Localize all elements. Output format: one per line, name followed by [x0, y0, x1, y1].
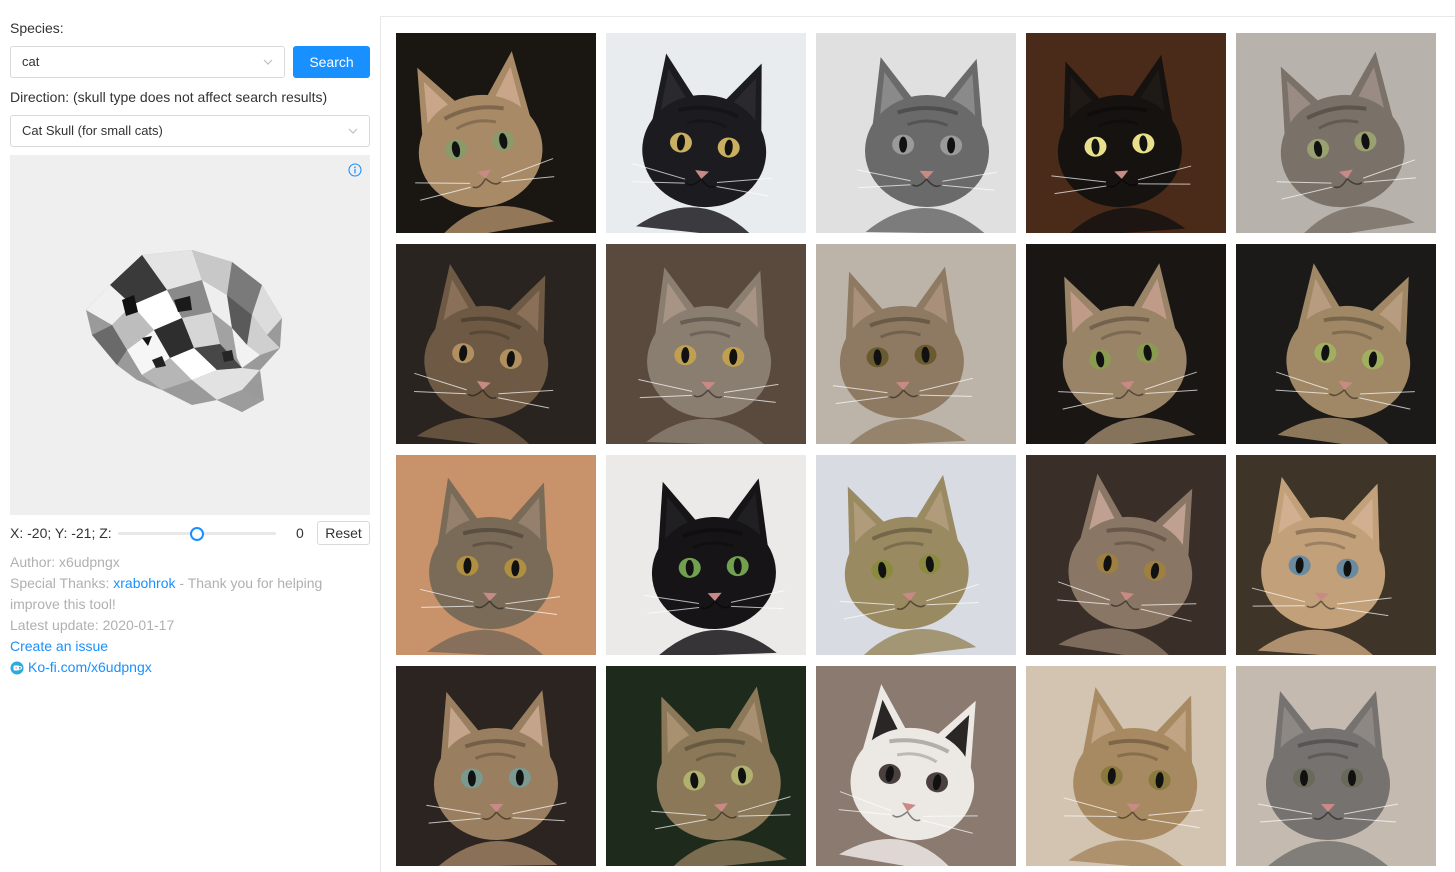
cat-photo-image — [1236, 666, 1436, 866]
skull-3d-viewer[interactable] — [10, 155, 370, 515]
result-photo[interactable] — [606, 33, 806, 233]
thanks-link[interactable]: xrabohrok — [113, 575, 175, 591]
cat-photo-image — [396, 33, 596, 233]
skull-type-select[interactable]: Cat Skull (for small cats) — [10, 115, 370, 147]
z-rotation-value: 0 — [296, 525, 304, 541]
result-photo[interactable] — [1026, 455, 1226, 655]
kofi-cup-icon — [10, 661, 24, 674]
cat-photo-image — [1026, 33, 1226, 233]
result-photo[interactable] — [606, 244, 806, 444]
result-photo[interactable] — [606, 666, 806, 866]
cat-photo-image — [606, 244, 806, 444]
result-photo[interactable] — [1026, 244, 1226, 444]
species-select[interactable]: cat — [10, 46, 285, 78]
cat-photo-image — [816, 455, 1016, 655]
result-photo[interactable] — [396, 244, 596, 444]
cat-photo-image — [606, 455, 806, 655]
credits: Author: x6udpngx Special Thanks: xrabohr… — [10, 552, 340, 678]
cat-photo-image — [1236, 33, 1436, 233]
cat-photo-image — [816, 33, 1016, 233]
z-rotation-slider[interactable] — [118, 527, 276, 541]
species-select-value: cat — [22, 54, 40, 69]
result-photo[interactable] — [816, 455, 1016, 655]
result-photo[interactable] — [816, 33, 1016, 233]
cat-photo-image — [816, 244, 1016, 444]
reset-button[interactable]: Reset — [317, 521, 370, 545]
result-photo[interactable] — [816, 666, 1016, 866]
kofi-link[interactable]: Ko-fi.com/x6udpngx — [28, 657, 152, 678]
create-issue-link[interactable]: Create an issue — [10, 638, 108, 654]
updated-text: Latest update: 2020-01-17 — [10, 617, 175, 633]
cat-photo-image — [606, 666, 806, 866]
cat-photo-image — [1236, 244, 1436, 444]
thanks-prefix: Special Thanks: — [10, 575, 114, 591]
skull-model[interactable] — [82, 240, 292, 430]
info-circle-icon[interactable] — [348, 163, 362, 177]
result-photo[interactable] — [606, 455, 806, 655]
author-text: Author: x6udpngx — [10, 554, 120, 570]
skull-type-select-value: Cat Skull (for small cats) — [22, 123, 163, 138]
cat-photo-image — [1236, 455, 1436, 655]
cat-photo-image — [396, 666, 596, 866]
results-grid — [396, 33, 1436, 866]
chevron-down-icon — [263, 59, 273, 65]
search-button[interactable]: Search — [293, 46, 370, 78]
result-photo[interactable] — [396, 33, 596, 233]
slider-handle[interactable] — [190, 527, 204, 541]
cat-photo-image — [396, 244, 596, 444]
result-photo[interactable] — [1026, 666, 1226, 866]
species-label: Species: — [10, 20, 64, 36]
results-gallery — [380, 16, 1455, 872]
result-photo[interactable] — [396, 666, 596, 866]
result-photo[interactable] — [1236, 244, 1436, 444]
result-photo[interactable] — [1026, 33, 1226, 233]
cat-photo-image — [1026, 244, 1226, 444]
cat-photo-image — [1026, 666, 1226, 866]
chevron-down-icon — [348, 128, 358, 134]
result-photo[interactable] — [1236, 33, 1436, 233]
rotation-readout: X: -20; Y: -21; Z: — [10, 525, 112, 541]
cat-photo-image — [1026, 455, 1226, 655]
thanks-text: Special Thanks: xrabohrok - Thank you fo… — [10, 573, 340, 615]
rotation-controls: X: -20; Y: -21; Z: 0 Reset — [10, 521, 370, 545]
result-photo[interactable] — [1236, 666, 1436, 866]
cat-photo-image — [396, 455, 596, 655]
cat-photo-image — [816, 666, 1016, 866]
result-photo[interactable] — [1236, 455, 1436, 655]
direction-label: Direction: (skull type does not affect s… — [10, 89, 328, 105]
cat-photo-image — [606, 33, 806, 233]
result-photo[interactable] — [816, 244, 1016, 444]
result-photo[interactable] — [396, 455, 596, 655]
